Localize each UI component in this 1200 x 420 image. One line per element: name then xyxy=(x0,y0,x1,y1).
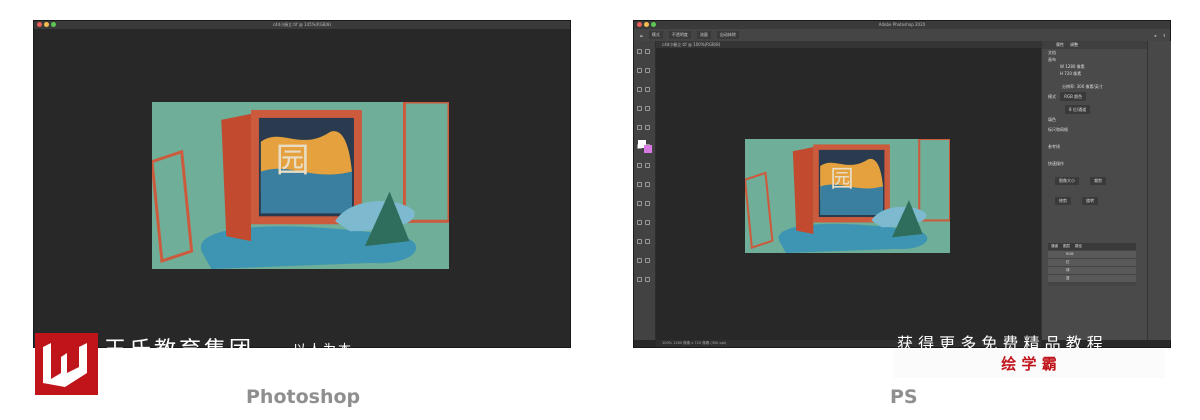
background-color-swatch[interactable] xyxy=(644,145,652,153)
tool-button[interactable] xyxy=(645,220,650,225)
promo-brand: 绘 学 霸 xyxy=(1001,355,1057,373)
tab-channels[interactable]: 通道 xyxy=(1051,243,1058,250)
app-title: Adobe Photoshop 2020 xyxy=(878,22,926,27)
option-auto-erase[interactable]: 自动抹除 xyxy=(716,31,739,39)
tab-paths[interactable]: 路径 xyxy=(1075,243,1082,250)
option-opacity[interactable]: 不透明度 xyxy=(668,31,691,39)
brand-name: 王氏教育集团 xyxy=(104,332,254,348)
resolution: 分辨率: 300 像素/英寸 xyxy=(1062,84,1103,89)
document-tab[interactable]: c4d小橱立.tif @ 100%(RGB/8) xyxy=(656,41,1041,48)
3d-scene-illustration: 园 xyxy=(745,139,950,253)
mode-row: 模式 RGB 颜色 xyxy=(1042,90,1147,103)
tool-button[interactable] xyxy=(645,49,650,54)
collapsed-panel-dock xyxy=(1147,41,1171,340)
guides-section: 参考线 xyxy=(1048,144,1060,149)
layer-row[interactable]: 红 xyxy=(1048,259,1136,266)
canvas-image[interactable]: 园 xyxy=(152,102,449,269)
tool-button[interactable] xyxy=(645,68,650,73)
properties-panel: 属性 调整 文档 画布 W 1280 像素 H 720 像素 分辨率: 300 … xyxy=(1041,41,1147,340)
svg-text:园: 园 xyxy=(830,167,853,193)
depth-row: 8 位/通道 xyxy=(1042,103,1147,116)
layers-panel: 通道 图层 路径 document.write([0,1,2,3].map(i=… xyxy=(1048,243,1136,286)
tool-button[interactable] xyxy=(637,68,642,73)
tool-button[interactable] xyxy=(637,125,642,130)
tool-button[interactable] xyxy=(645,182,650,187)
mode-label: 模式 xyxy=(1048,94,1056,99)
rulers-section: 标尺和网格 xyxy=(1048,127,1068,132)
tool-button[interactable] xyxy=(645,201,650,206)
layer-row[interactable]: 绿 xyxy=(1048,267,1136,274)
layer-name: RGB xyxy=(1066,252,1074,256)
home-icon[interactable]: ⌂ xyxy=(640,33,643,38)
mode-select[interactable]: RGB 颜色 xyxy=(1060,92,1087,101)
brand-logo xyxy=(35,333,98,395)
canvas-section: 画布 xyxy=(1048,57,1056,62)
tool-button[interactable] xyxy=(645,125,650,130)
tool-button[interactable] xyxy=(645,277,650,282)
tool-button[interactable] xyxy=(645,106,650,111)
layer-row[interactable]: RGB xyxy=(1048,251,1136,258)
tool-button[interactable] xyxy=(637,106,642,111)
trim-button[interactable]: 修剪 xyxy=(1055,197,1071,205)
tool-button[interactable] xyxy=(637,163,642,168)
quick-actions-section: 快速操作 xyxy=(1048,161,1064,166)
title-bar: c4d小橱立.tif @ 145%(RGB/8) xyxy=(34,21,570,29)
depth-select[interactable]: 8 位/通道 xyxy=(1065,105,1091,114)
width-field[interactable]: W 1280 像素 xyxy=(1042,63,1147,70)
tool-button[interactable] xyxy=(645,163,650,168)
crop-button[interactable]: 裁剪 xyxy=(1090,177,1107,185)
fill-label: 填色 xyxy=(1048,117,1056,122)
options-bar: ⌂ 模式 不透明度 流量 自动抹除 ⌕ ⇪ xyxy=(634,29,1170,41)
image-size-button[interactable]: 图像大小 xyxy=(1055,177,1079,185)
layer-row[interactable]: 蓝 xyxy=(1048,275,1136,282)
caption-photoshop: Photoshop xyxy=(246,386,361,408)
height-field[interactable]: H 720 像素 xyxy=(1042,70,1147,77)
tool-button[interactable] xyxy=(645,258,650,263)
promo-brand-banner: 绘 学 霸 xyxy=(893,349,1165,378)
tool-button[interactable] xyxy=(645,87,650,92)
brand-slogan: 以人为本 xyxy=(293,339,353,348)
share-icon[interactable]: ⇪ xyxy=(1163,33,1166,38)
canvas-image[interactable]: 园 xyxy=(745,139,950,253)
caption-ps: PS xyxy=(890,386,918,408)
3d-scene-illustration: 园 xyxy=(152,102,449,269)
option-mode[interactable]: 模式 xyxy=(648,31,663,39)
search-icon[interactable]: ⌕ xyxy=(1154,33,1156,38)
doc-label: 文档 xyxy=(1048,50,1056,55)
tab-layers[interactable]: 图层 xyxy=(1063,243,1070,250)
tool-button[interactable] xyxy=(637,220,642,225)
tab-properties[interactable]: 属性 xyxy=(1056,41,1064,49)
tool-button[interactable] xyxy=(637,49,642,54)
photoshop-window-left: c4d小橱立.tif @ 145%(RGB/8) 园 xyxy=(33,20,571,348)
option-flow[interactable]: 流量 xyxy=(696,31,711,39)
layer-name: 蓝 xyxy=(1066,276,1070,280)
rotate-button[interactable]: 旋转 xyxy=(1082,197,1099,205)
title-bar: Adobe Photoshop 2020 xyxy=(634,21,1170,29)
toolbar: document.write(Array.from({length:26},(_… xyxy=(634,41,656,340)
tool-button[interactable] xyxy=(637,277,642,282)
tool-button[interactable] xyxy=(637,239,642,244)
tool-button[interactable] xyxy=(637,182,642,187)
tool-button[interactable] xyxy=(645,239,650,244)
layer-name: 红 xyxy=(1066,260,1070,264)
tool-button[interactable] xyxy=(637,87,642,92)
layer-name: 绿 xyxy=(1066,268,1070,272)
tab-adjustments[interactable]: 调整 xyxy=(1070,41,1078,49)
photoshop-window-right: Adobe Photoshop 2020 ⌂ 模式 不透明度 流量 自动抹除 ⌕… xyxy=(633,20,1171,348)
document-title: c4d小橱立.tif @ 145%(RGB/8) xyxy=(272,22,332,27)
svg-text:园: 园 xyxy=(276,141,310,180)
tool-button[interactable] xyxy=(637,258,642,263)
tool-button[interactable] xyxy=(637,201,642,206)
